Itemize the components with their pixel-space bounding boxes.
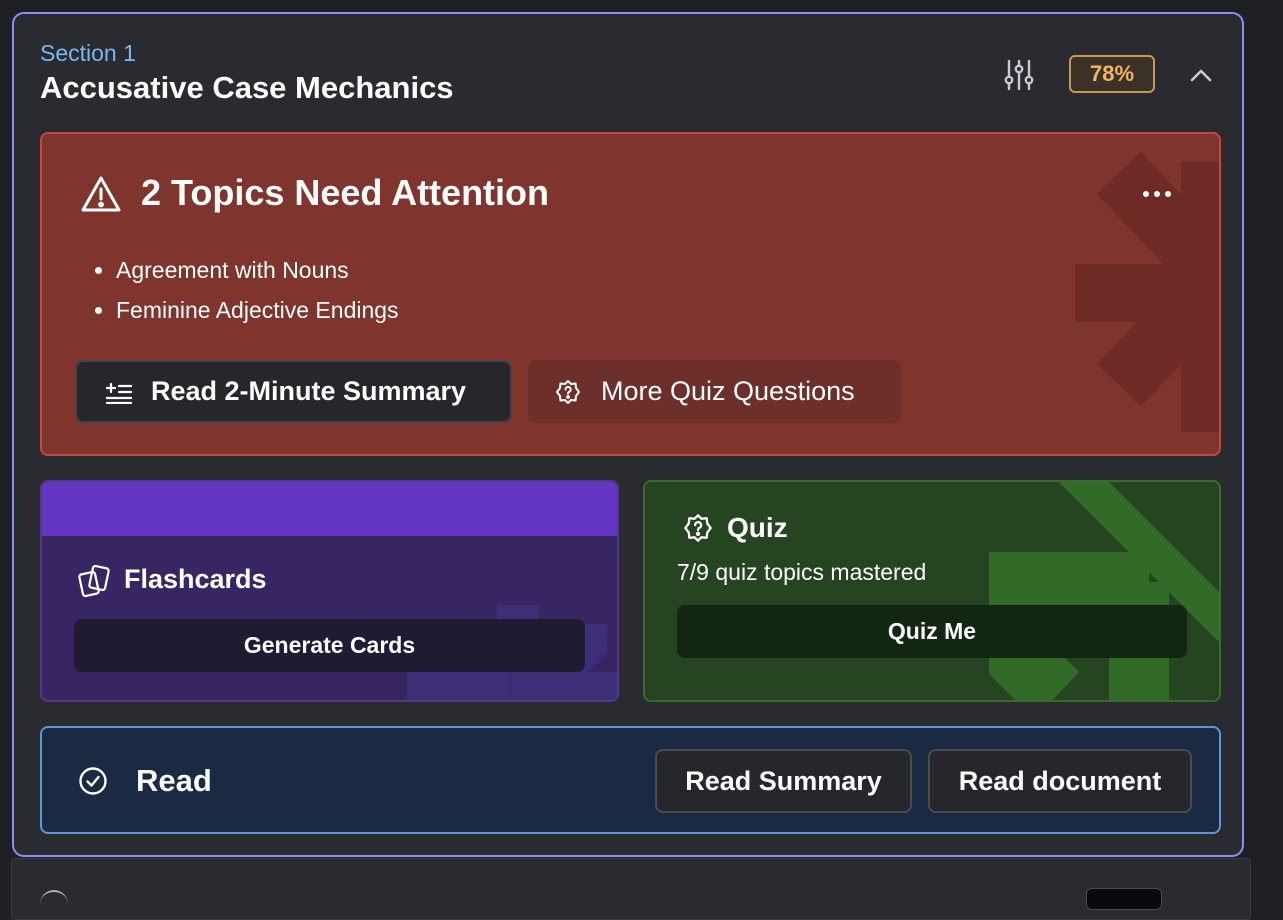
quiz-background-shape (989, 482, 1219, 700)
attention-panel: 2 Topics Need Attention Agreement with N… (40, 132, 1221, 456)
list-item: Agreement with Nouns (116, 250, 399, 290)
read-title: Read (136, 763, 212, 798)
check-circle-icon (79, 767, 107, 795)
progress-badge: 78% (1069, 55, 1155, 93)
attention-title: 2 Topics Need Attention (141, 172, 550, 213)
quiz-badge-icon (684, 514, 712, 542)
flashcards-title: Flashcards (124, 564, 267, 594)
more-quiz-button-label: More Quiz Questions (601, 376, 855, 406)
quiz-badge-icon (556, 379, 580, 404)
section-title: Accusative Case Mechanics (40, 70, 454, 105)
more-horizontal-icon (1143, 191, 1149, 197)
read-summary-button[interactable]: Read Summary (655, 749, 912, 813)
chevron-up-icon (1190, 69, 1212, 82)
quiz-card: Quiz 7/9 quiz topics mastered Quiz Me (643, 480, 1221, 702)
read-2-minute-summary-button[interactable]: Read 2-Minute Summary (75, 360, 512, 423)
more-quiz-questions-button[interactable]: More Quiz Questions (528, 360, 901, 423)
read-document-button[interactable]: Read document (928, 749, 1192, 813)
next-section-card (11, 858, 1251, 920)
section-label: Section 1 (40, 40, 136, 66)
topic-list: Agreement with Nouns Feminine Adjective … (94, 250, 399, 330)
quiz-me-button[interactable]: Quiz Me (677, 605, 1187, 658)
more-options-button[interactable] (1138, 182, 1176, 206)
list-icon (105, 382, 133, 404)
cards-icon (78, 564, 110, 598)
summary-button-label: Read 2-Minute Summary (151, 376, 467, 406)
collapse-button[interactable] (1184, 58, 1218, 92)
flashcards-header-band (42, 482, 617, 536)
generate-cards-button[interactable]: Generate Cards (74, 619, 585, 672)
next-section-button[interactable] (1086, 888, 1162, 910)
flashcards-card: Flashcards Generate Cards (40, 480, 619, 702)
quiz-progress-text: 7/9 quiz topics mastered (677, 559, 927, 585)
sliders-icon (1004, 59, 1034, 91)
warning-triangle-icon (81, 176, 121, 212)
settings-button[interactable] (999, 56, 1039, 94)
list-item: Feminine Adjective Endings (116, 290, 399, 330)
read-card: Read Read Summary Read document (40, 726, 1221, 834)
quiz-title: Quiz (727, 512, 788, 543)
